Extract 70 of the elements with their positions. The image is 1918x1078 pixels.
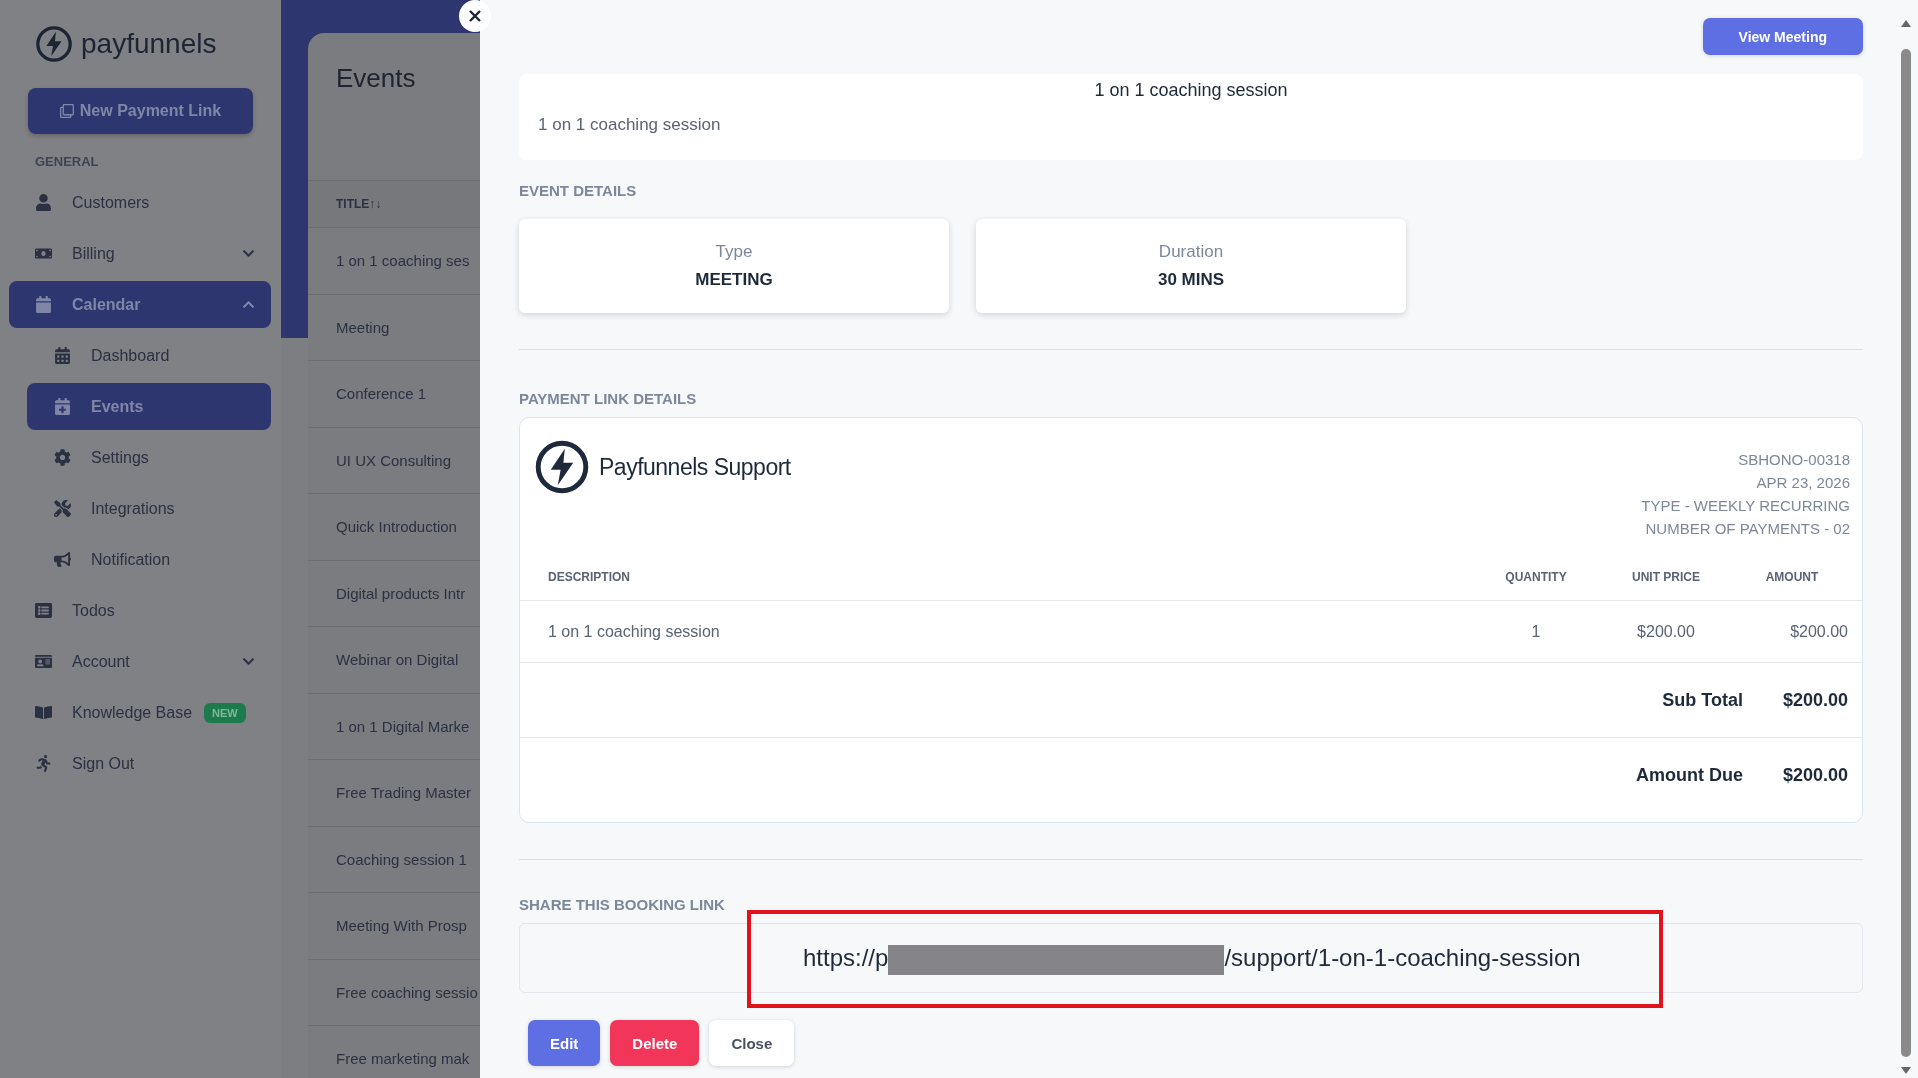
list-icon — [35, 602, 52, 619]
column-header: DESCRIPTION — [548, 569, 631, 584]
invoice-meta: SBHONO-00318 — [1738, 451, 1850, 468]
running-figure-icon — [35, 755, 52, 772]
sidebar-item[interactable]: Dashboard — [27, 332, 271, 379]
detail-label: Duration — [1158, 242, 1224, 262]
total-label: Amount Due — [1635, 765, 1743, 786]
copy-icon — [59, 104, 74, 118]
section-heading: EVENT DETAILS — [519, 182, 638, 199]
sidebar-item[interactable]: Events — [27, 383, 271, 430]
tools-icon — [54, 500, 71, 517]
panel-title: Events — [335, 62, 417, 95]
sidebar-item[interactable]: Customers — [9, 179, 271, 226]
detail-value: 30 MINS — [1157, 270, 1225, 290]
table-cell-text: 1 — [1530, 622, 1542, 641]
brand-name: payfunnels — [81, 28, 217, 60]
invoice-meta: NUMBER OF PAYMENTS - 02 — [1645, 520, 1850, 537]
id-card-icon — [35, 653, 52, 670]
sidebar-item[interactable]: Sign Out — [9, 740, 271, 787]
link-field[interactable]: https://p /support/1-on-1-coaching-session — [519, 923, 1863, 993]
event-description: 1 on 1 coaching session — [538, 115, 722, 135]
banknote-icon — [35, 245, 52, 262]
sidebar-item[interactable]: Settings — [27, 434, 271, 481]
invoice-meta: TYPE - WEEKLY RECURRING — [1641, 497, 1850, 514]
sidebar-item[interactable]: Billing — [9, 230, 271, 277]
invoice-meta: APR 23, 2026 — [1756, 474, 1850, 491]
bolt-logo-icon — [35, 25, 73, 63]
new-payment-link-button[interactable]: New Payment Link — [28, 88, 253, 134]
sidebar-item[interactable]: Integrations — [27, 485, 271, 532]
total-value: $200.00 — [1782, 765, 1848, 786]
sidebar-item[interactable]: Account — [9, 638, 271, 685]
calendar-icon — [35, 296, 52, 313]
table-cell-text: $200.00 — [1789, 622, 1848, 641]
book-icon — [35, 704, 52, 721]
scroll-down-icon[interactable] — [1900, 1067, 1911, 1074]
table-cell-text: 1 on 1 coaching session — [548, 622, 721, 641]
column-header[interactable]: TITLE↑↓ — [308, 180, 480, 228]
scroll-up-icon[interactable] — [1900, 20, 1911, 27]
sidebar-item[interactable]: Calendar — [9, 281, 271, 328]
close-button[interactable] — [459, 0, 491, 32]
action-button[interactable]: Close — [709, 1020, 795, 1066]
sidebar-item[interactable]: Todos — [9, 587, 271, 634]
megaphone-icon — [54, 551, 71, 568]
detail-label: Type — [715, 242, 753, 262]
new-badge: NEW — [204, 702, 246, 723]
column-header: UNIT PRICE — [1631, 569, 1701, 584]
settings-icon — [54, 449, 71, 466]
bolt-logo-icon — [534, 439, 590, 495]
invoice-brand: Payfunnels Support — [599, 453, 791, 481]
section-heading: SHARE THIS BOOKING LINK — [519, 896, 726, 913]
total-value: $200.00 — [1782, 689, 1848, 711]
user-icon — [35, 194, 52, 211]
close-icon — [469, 10, 481, 22]
section-heading: PAYMENT LINK DETAILS — [519, 390, 698, 407]
sidebar-item[interactable]: Knowledge Base NEW — [9, 689, 271, 736]
event-title: 1 on 1 coaching session — [1093, 80, 1289, 101]
calendar-icon — [54, 347, 71, 364]
column-header: AMOUNT — [1764, 569, 1820, 584]
table-cell-text: $200.00 — [1636, 622, 1696, 641]
calendar-plus-icon — [54, 398, 71, 415]
detail-value: MEETING — [695, 270, 773, 290]
section-label: GENERAL — [35, 154, 100, 169]
total-label: Sub Total — [1662, 689, 1743, 711]
sidebar-item[interactable]: Notification — [27, 536, 271, 583]
view-meeting-button[interactable]: View Meeting — [1702, 18, 1863, 55]
link-text: /support/1-on-1-coaching-session — [1224, 944, 1581, 972]
column-header: QUANTITY — [1504, 569, 1568, 584]
action-button[interactable]: Edit — [528, 1020, 601, 1066]
action-button[interactable]: Delete — [610, 1020, 700, 1066]
link-text: https://p — [803, 944, 889, 972]
